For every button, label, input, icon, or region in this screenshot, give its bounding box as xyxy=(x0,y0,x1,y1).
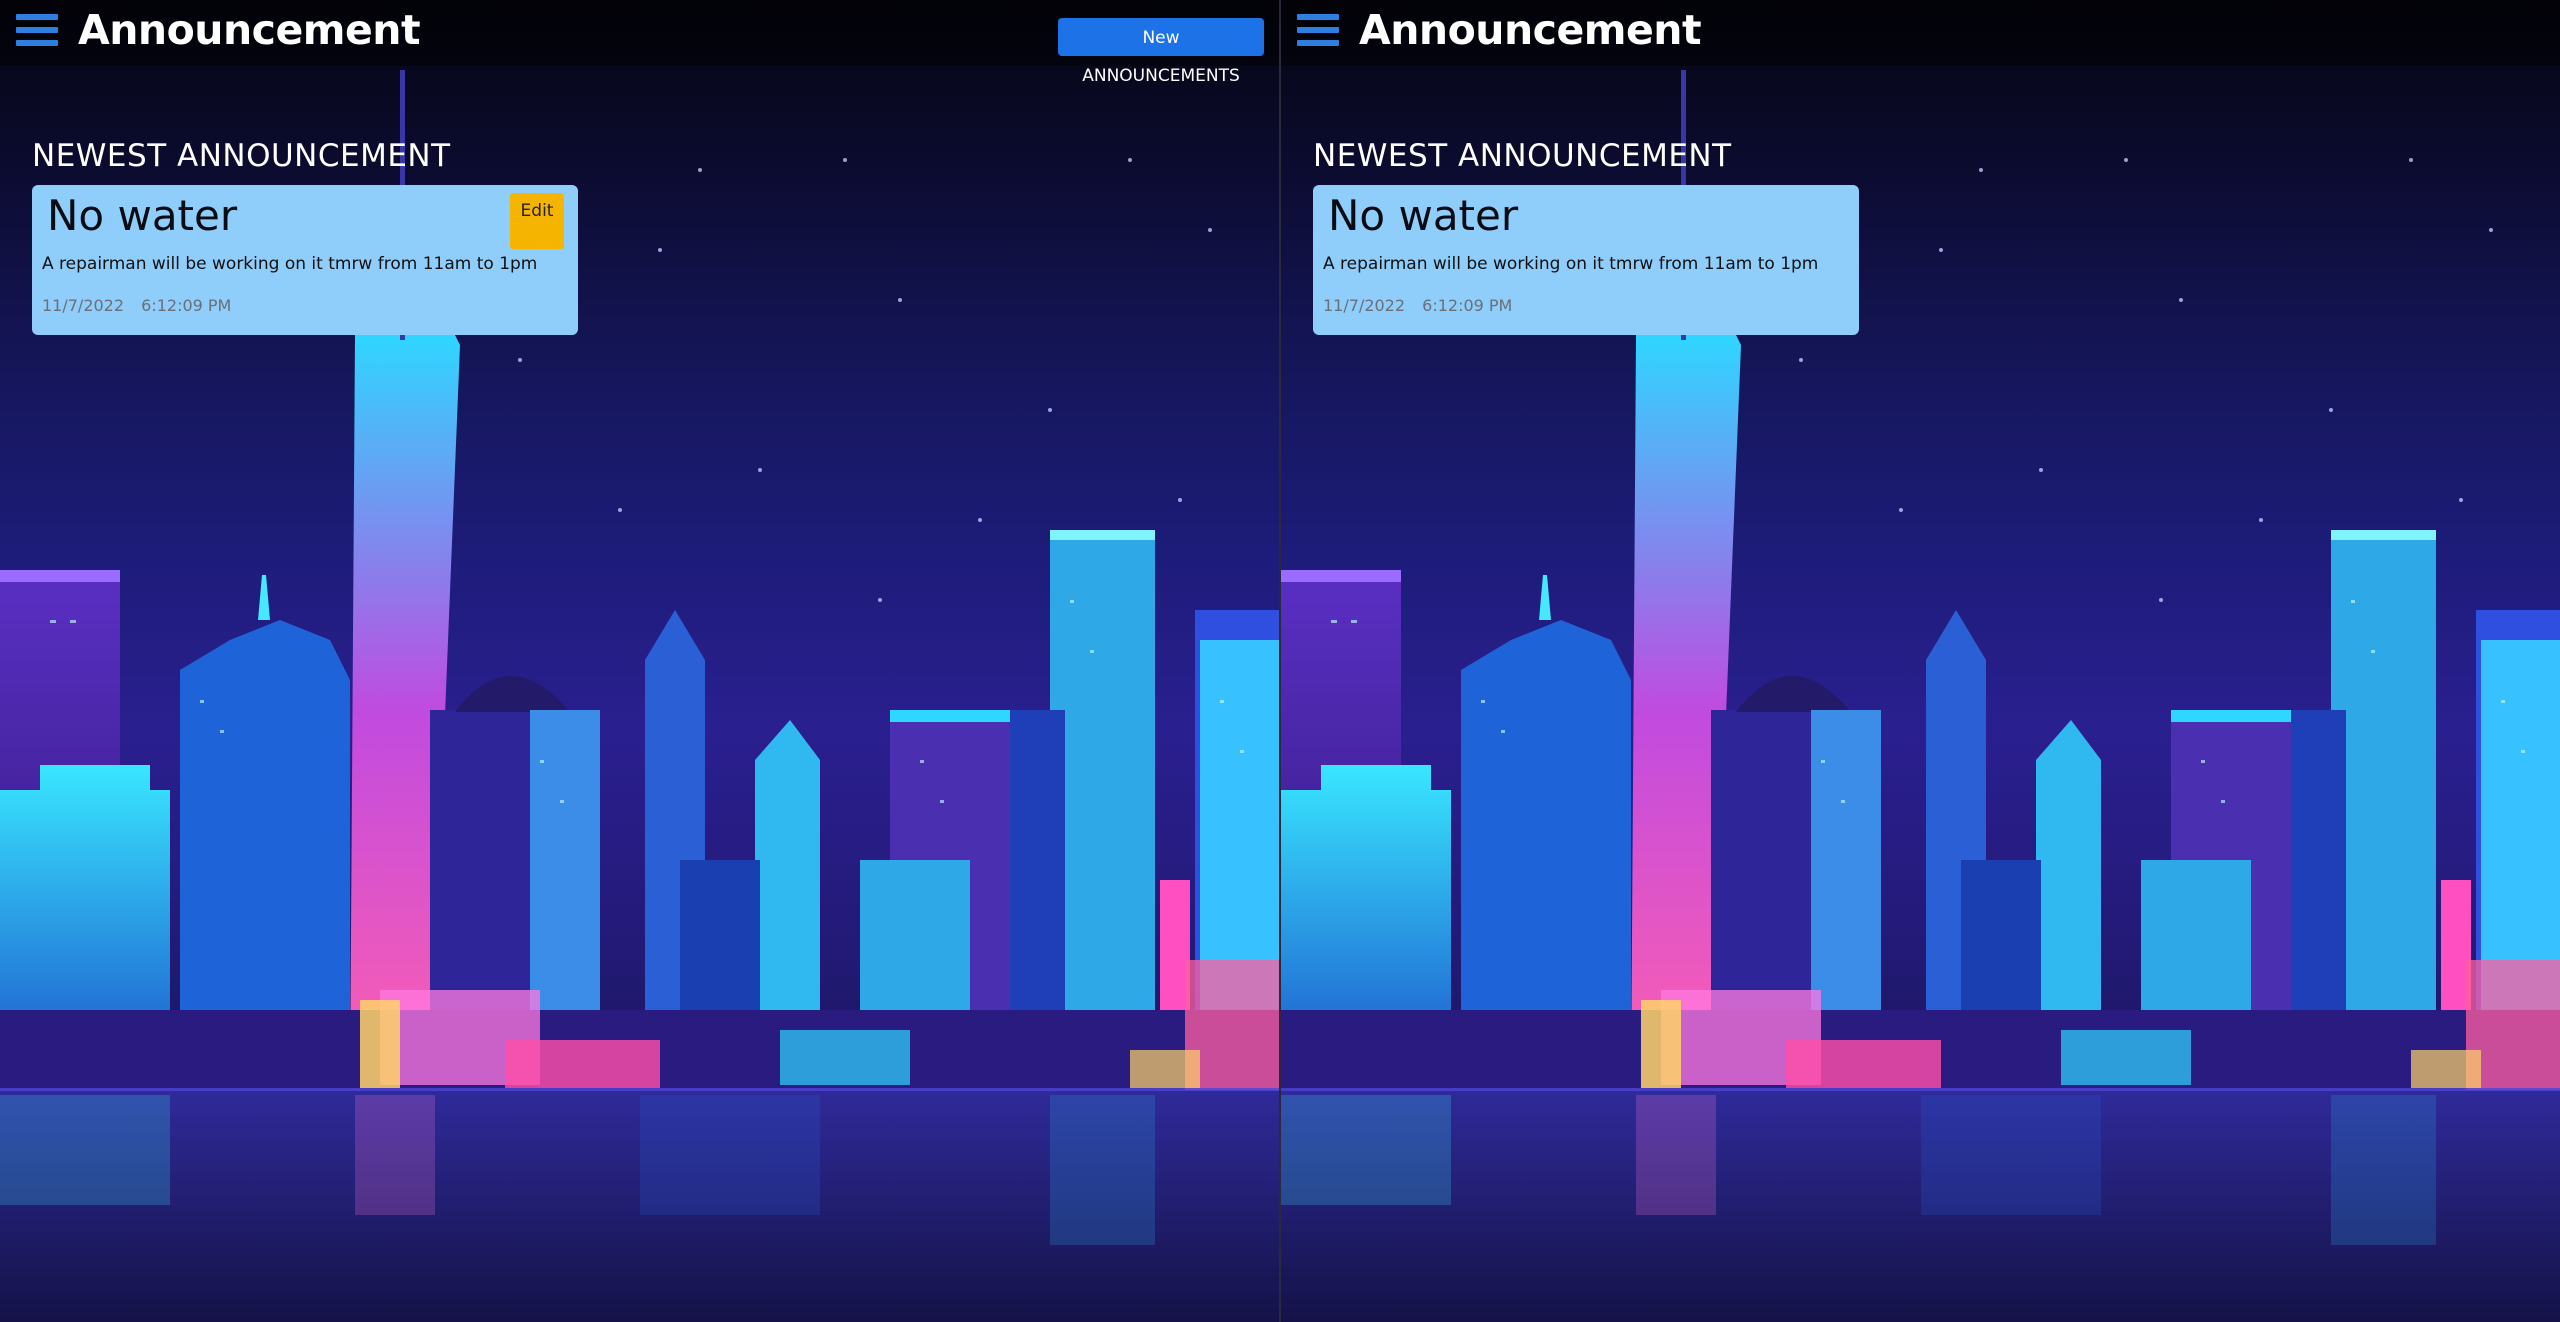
announcement-title: No water xyxy=(47,191,238,240)
announcement-time: 6:12:09 PM xyxy=(1422,296,1513,315)
announcement-date: 11/7/2022 xyxy=(42,296,125,315)
announcement-timestamp: 11/7/2022 6:12:09 PM xyxy=(42,296,243,315)
page-title: Announcement xyxy=(1359,6,1702,54)
announcement-title: No water xyxy=(1328,191,1519,240)
right-pane: Announcement NEWEST ANNOUNCEMENT No wate… xyxy=(1281,0,2560,1322)
edit-button[interactable]: Edit xyxy=(510,193,564,249)
announcement-card: No water A repairman will be working on … xyxy=(1313,185,1859,335)
page-title: Announcement xyxy=(78,6,421,54)
hamburger-menu-icon[interactable] xyxy=(16,14,58,50)
announcement-time: 6:12:09 PM xyxy=(141,296,232,315)
section-heading: NEWEST ANNOUNCEMENT xyxy=(1313,138,1732,174)
announcement-body: A repairman will be working on it tmrw f… xyxy=(42,254,538,274)
left-pane: Announcement New ANNOUNCEMENTS NEWEST AN… xyxy=(0,0,1281,1322)
announcement-date: 11/7/2022 xyxy=(1323,296,1406,315)
screen: Announcement New ANNOUNCEMENTS NEWEST AN… xyxy=(0,0,2560,1322)
section-heading: NEWEST ANNOUNCEMENT xyxy=(32,138,451,174)
new-announcements-button[interactable]: New ANNOUNCEMENTS xyxy=(1058,18,1264,86)
hamburger-menu-icon[interactable] xyxy=(1297,14,1339,50)
announcement-card: No water Edit A repairman will be workin… xyxy=(32,185,578,335)
announcement-body: A repairman will be working on it tmrw f… xyxy=(1323,254,1819,274)
announcement-timestamp: 11/7/2022 6:12:09 PM xyxy=(1323,296,1524,315)
